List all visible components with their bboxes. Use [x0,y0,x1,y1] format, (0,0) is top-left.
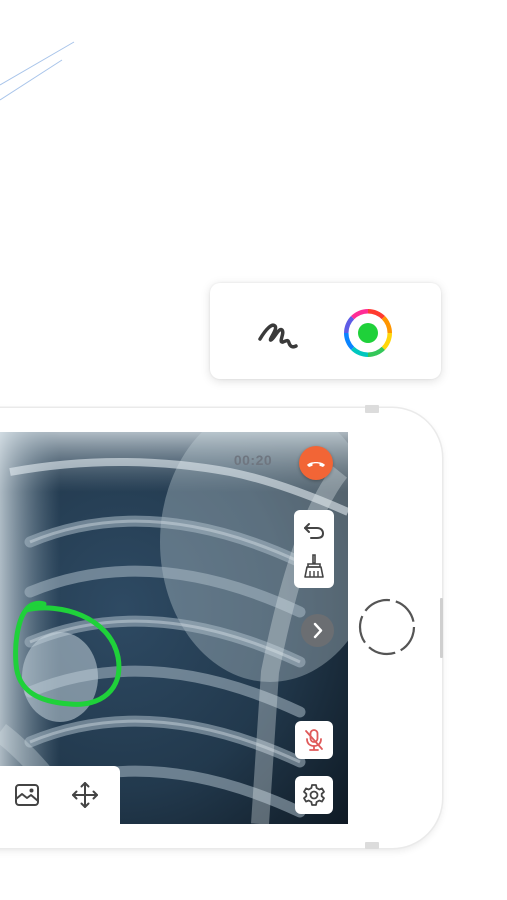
undo-icon [304,523,325,539]
phone-side-button [365,405,379,413]
settings-gear-icon [303,784,325,806]
pen-squiggle-icon [258,323,298,349]
move-arrows-icon [72,782,98,808]
selected-color-swatch [358,323,378,343]
home-ring-icon [358,598,416,656]
annotation-side-panel [294,510,334,588]
phone-side-button [440,598,443,658]
settings-button[interactable] [295,776,333,814]
color-wheel-icon [344,309,392,357]
drawing-tool-popup [210,283,441,379]
mic-muted-icon [305,729,323,751]
image-button[interactable] [12,780,42,810]
mute-microphone-button[interactable] [295,721,333,759]
clear-broom-icon [304,554,324,578]
image-icon [15,784,39,806]
chevron-right-icon [313,622,323,639]
call-timer: 00:20 [233,452,273,468]
color-picker-button[interactable] [344,309,392,357]
home-capture-button[interactable] [358,598,416,656]
move-button[interactable] [70,780,100,810]
phone-side-button [365,842,379,849]
decorative-lines [0,41,75,101]
undo-button[interactable] [300,516,328,544]
page: 00:20 [0,0,507,900]
hang-up-phone-icon [307,462,325,467]
pen-tool-button[interactable] [254,309,302,357]
video-call-screen: 00:20 [0,432,348,824]
next-button[interactable] [301,614,334,647]
clear-drawing-button[interactable] [300,552,328,580]
bottom-toolbar [0,766,120,824]
hang-up-button[interactable] [299,446,333,480]
